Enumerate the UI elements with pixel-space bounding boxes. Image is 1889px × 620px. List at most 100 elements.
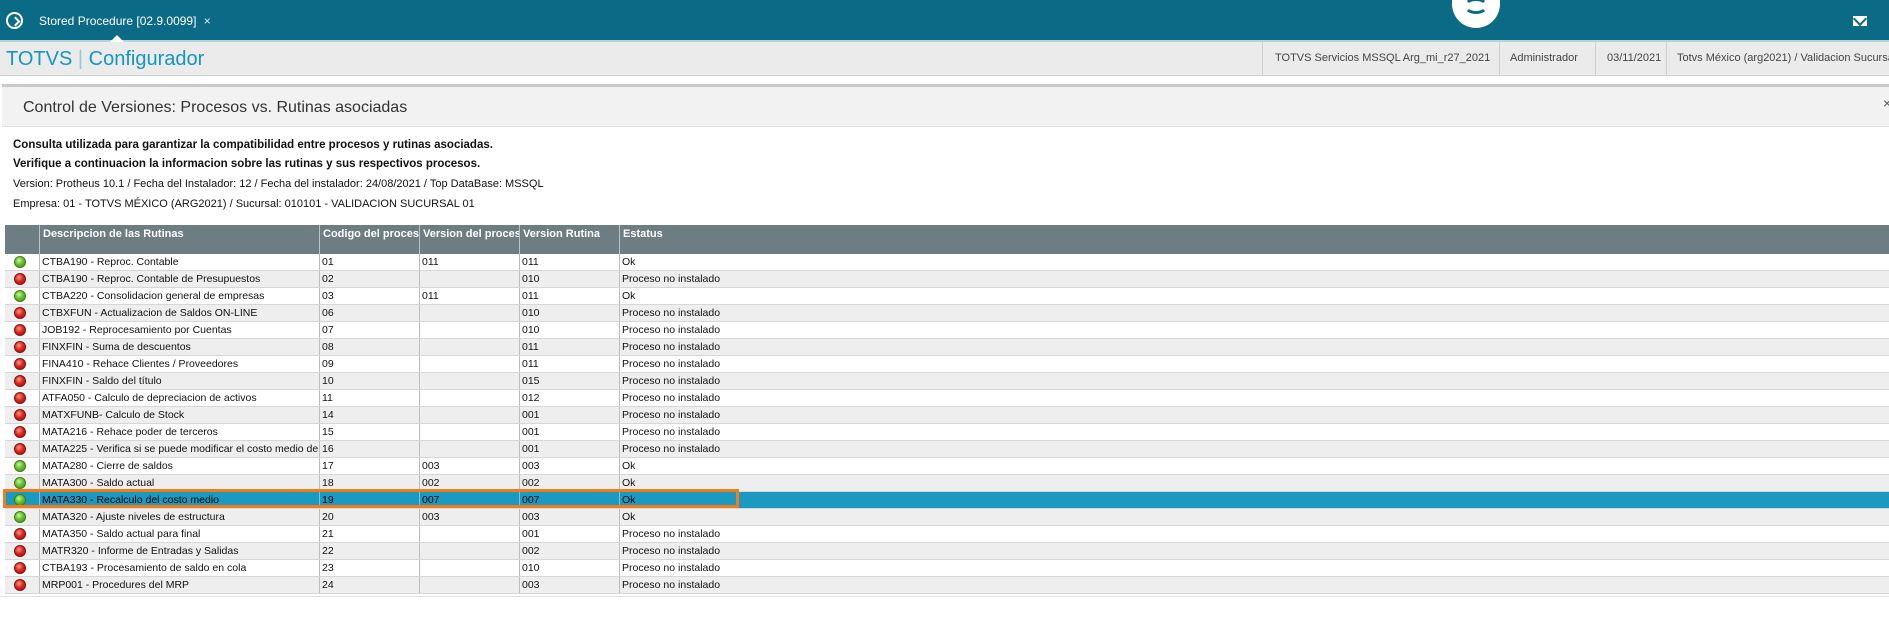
tab-label: Stored Procedure [02.9.0099] bbox=[39, 14, 197, 28]
panel-title: Control de Versiones: Procesos vs. Rutin… bbox=[23, 99, 408, 116]
cell-routine-version: 007 bbox=[519, 492, 619, 508]
description-line-1: Consulta utilizada para garantizar la co… bbox=[13, 139, 493, 151]
status-dot-icon bbox=[14, 528, 26, 540]
mail-icon[interactable] bbox=[1853, 16, 1867, 26]
status-dot-icon bbox=[14, 341, 26, 353]
cell-description: MATA330 - Recalculo del costo medio bbox=[39, 492, 319, 508]
cell-routine-version: 003 bbox=[519, 577, 619, 593]
cell-process-version bbox=[419, 543, 519, 559]
cell-process-code: 08 bbox=[319, 339, 419, 355]
table-row[interactable]: MATA225 - Verifica si se puede modificar… bbox=[5, 441, 1889, 458]
status-dot-icon bbox=[14, 426, 26, 438]
cell-process-code: 24 bbox=[319, 577, 419, 593]
header-process-version[interactable]: Version del proceso bbox=[419, 225, 519, 254]
table-row[interactable]: MATA216 - Rehace poder de terceros 15 001 P… bbox=[5, 424, 1889, 441]
table-row[interactable]: MATA280 - Cierre de saldos 17 003 003 Ok bbox=[5, 458, 1889, 475]
cell-process-version: 011 bbox=[419, 254, 519, 270]
status-dot-icon bbox=[14, 545, 26, 557]
table-row[interactable]: CTBXFUN - Actualizacion de Saldos ON-LIN… bbox=[5, 305, 1889, 322]
grid-header: Descripcion de las Rutinas Codigo del pr… bbox=[5, 225, 1889, 254]
cell-process-version bbox=[419, 390, 519, 406]
info-company[interactable]: Totvs México (arg2021) / Validacion Sucu… bbox=[1666, 42, 1889, 75]
info-server[interactable]: TOTVS Servicios MSSQL Arg_mi_r27_2021 bbox=[1262, 42, 1499, 75]
cell-process-code: 01 bbox=[319, 254, 419, 270]
cell-routine-version: 002 bbox=[519, 475, 619, 491]
tab-close-icon[interactable]: × bbox=[204, 14, 211, 28]
cell-process-code: 14 bbox=[319, 407, 419, 423]
table-row[interactable]: CTBA220 - Consolidacion general de empre… bbox=[5, 288, 1889, 305]
cell-routine-version: 010 bbox=[519, 305, 619, 321]
table-row[interactable]: JOB192 - Reprocesamiento por Cuentas 07 01… bbox=[5, 322, 1889, 339]
cell-process-version bbox=[419, 526, 519, 542]
panel-close-icon[interactable]: × bbox=[1883, 95, 1889, 111]
table-row[interactable]: MATXFUNB- Calculo de Stock 14 001 Proceso n… bbox=[5, 407, 1889, 424]
table-row[interactable]: CTBA190 - Reproc. Contable 01 011 011 Ok bbox=[5, 254, 1889, 271]
cell-description: FINXFIN - Saldo del título bbox=[39, 373, 319, 389]
cell-description: JOB192 - Reprocesamiento por Cuentas bbox=[39, 322, 319, 338]
cell-routine-version: 001 bbox=[519, 407, 619, 423]
cell-routine-version: 011 bbox=[519, 254, 619, 270]
table-row[interactable]: FINA410 - Rehace Clientes / Proveedores 0… bbox=[5, 356, 1889, 373]
header-routine-version[interactable]: Version Rutina bbox=[519, 225, 619, 254]
info-date[interactable]: 03/11/2021 bbox=[1595, 42, 1666, 75]
cell-process-code: 07 bbox=[319, 322, 419, 338]
cell-process-code: 06 bbox=[319, 305, 419, 321]
cell-routine-version: 012 bbox=[519, 390, 619, 406]
table-row[interactable]: MATA320 - Ajuste niveles de estructura 20… bbox=[5, 509, 1889, 526]
cell-process-version bbox=[419, 305, 519, 321]
cell-status: Proceso no instalado bbox=[619, 407, 1889, 423]
cell-routine-version: 010 bbox=[519, 271, 619, 287]
cell-description: MATXFUNB- Calculo de Stock bbox=[39, 407, 319, 423]
cell-description: MATA280 - Cierre de saldos bbox=[39, 458, 319, 474]
cell-routine-version: 001 bbox=[519, 526, 619, 542]
routines-grid: Descripcion de las Rutinas Codigo del pr… bbox=[5, 225, 1889, 594]
header-status[interactable]: Estatus bbox=[619, 225, 1889, 254]
cell-process-code: 11 bbox=[319, 390, 419, 406]
cell-description: CTBXFUN - Actualizacion de Saldos ON-LIN… bbox=[39, 305, 319, 321]
header-description[interactable]: Descripcion de las Rutinas bbox=[39, 225, 319, 254]
panel-header: Control de Versiones: Procesos vs. Rutin… bbox=[2, 87, 1889, 127]
active-tab-caret-icon bbox=[110, 35, 124, 42]
table-row[interactable]: MRP001 - Procedures del MRP 24 003 Proceso … bbox=[5, 577, 1889, 594]
cell-description: CTBA220 - Consolidacion general de empre… bbox=[39, 288, 319, 304]
cell-status: Proceso no instalado bbox=[619, 560, 1889, 576]
table-row[interactable]: ATFA050 - Calculo de depreciacion de act… bbox=[5, 390, 1889, 407]
cell-process-version: 002 bbox=[419, 475, 519, 491]
cell-process-version: 011 bbox=[419, 288, 519, 304]
cell-description: FINA410 - Rehace Clientes / Proveedores bbox=[39, 356, 319, 372]
table-row[interactable]: CTBA193 - Procesamiento de saldo en cola… bbox=[5, 560, 1889, 577]
app-menu-icon[interactable] bbox=[6, 12, 23, 29]
cell-process-version bbox=[419, 577, 519, 593]
cell-process-version: 007 bbox=[419, 492, 519, 508]
table-row[interactable]: MATA300 - Saldo actual 18 002 002 Ok bbox=[5, 475, 1889, 492]
cell-description: MATA320 - Ajuste niveles de estructura bbox=[39, 509, 319, 525]
info-user[interactable]: Administrador bbox=[1499, 42, 1595, 75]
table-row[interactable]: MATA330 - Recalculo del costo medio 19 007… bbox=[5, 492, 1889, 509]
sync-button[interactable] bbox=[1452, 0, 1500, 28]
status-dot-icon bbox=[14, 511, 26, 523]
cell-process-code: 10 bbox=[319, 373, 419, 389]
table-row[interactable]: CTBA190 - Reproc. Contable de Presupuest… bbox=[5, 271, 1889, 288]
status-dot-icon bbox=[14, 324, 26, 336]
cell-description: MATA350 - Saldo actual para final bbox=[39, 526, 319, 542]
table-row[interactable]: FINXFIN - Saldo del título 10 015 Proceso n… bbox=[5, 373, 1889, 390]
brand-separator: | bbox=[77, 48, 84, 70]
table-row[interactable]: MATR320 - Informe de Entradas y Salidas 2… bbox=[5, 543, 1889, 560]
cell-status: Proceso no instalado bbox=[619, 305, 1889, 321]
header-process-code[interactable]: Codigo del proceso bbox=[319, 225, 419, 254]
cell-status: Proceso no instalado bbox=[619, 441, 1889, 457]
status-dot-icon bbox=[14, 358, 26, 370]
table-row[interactable]: MATA350 - Saldo actual para final 21 001 Pr… bbox=[5, 526, 1889, 543]
cell-process-code: 20 bbox=[319, 509, 419, 525]
cell-process-code: 23 bbox=[319, 560, 419, 576]
status-dot-icon bbox=[14, 579, 26, 591]
status-dot-icon bbox=[14, 477, 26, 489]
cell-status: Ok bbox=[619, 254, 1889, 270]
table-row[interactable]: FINXFIN - Suma de descuentos 08 011 Proceso… bbox=[5, 339, 1889, 356]
cell-routine-version: 003 bbox=[519, 458, 619, 474]
tab-stored-procedure[interactable]: Stored Procedure [02.9.0099] × bbox=[33, 0, 217, 42]
cell-status: Ok bbox=[619, 492, 1889, 508]
cell-process-code: 15 bbox=[319, 424, 419, 440]
cell-description: MATA225 - Verifica si se puede modificar… bbox=[39, 441, 319, 457]
cell-process-version bbox=[419, 441, 519, 457]
